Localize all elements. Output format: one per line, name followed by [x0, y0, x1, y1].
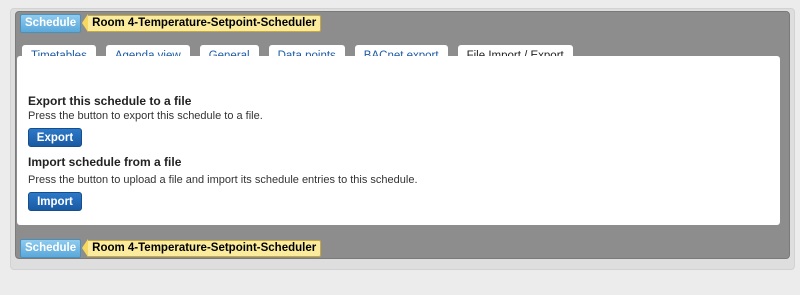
- export-section-title: Export this schedule to a file: [28, 94, 192, 108]
- export-section-description: Press the button to export this schedule…: [28, 110, 263, 122]
- breadcrumb-schedule-link[interactable]: Schedule: [20, 13, 82, 33]
- export-button[interactable]: Export: [28, 128, 82, 147]
- breadcrumb-bottom: Schedule Room 4-Temperature-Setpoint-Sch…: [20, 238, 322, 258]
- breadcrumb-top: Schedule Room 4-Temperature-Setpoint-Sch…: [20, 13, 322, 33]
- breadcrumb-schedule-link[interactable]: Schedule: [20, 238, 82, 258]
- breadcrumb-schedule-name: Room 4-Temperature-Setpoint-Scheduler: [88, 239, 322, 257]
- tab-content-file-import-export: Export this schedule to a file Press the…: [17, 56, 780, 225]
- import-button[interactable]: Import: [28, 192, 82, 211]
- breadcrumb-schedule-name: Room 4-Temperature-Setpoint-Scheduler: [88, 14, 322, 32]
- import-section-title: Import schedule from a file: [28, 155, 182, 169]
- import-section-description: Press the button to upload a file and im…: [28, 174, 418, 186]
